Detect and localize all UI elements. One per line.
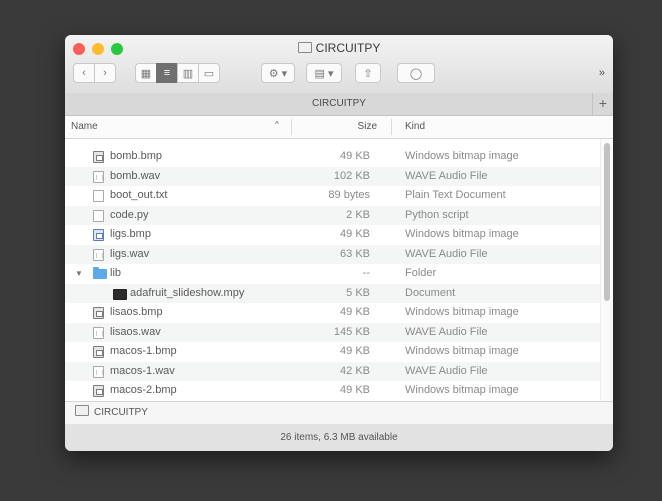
file-name: adafruit_slideshow.mpy (130, 286, 245, 299)
drive-icon (75, 405, 89, 416)
file-name: ligs.wav (110, 247, 150, 260)
tags-button[interactable]: ◯ (397, 63, 435, 83)
file-size: 49 KB (340, 228, 370, 240)
file-size: 49 KB (340, 384, 370, 396)
text-file-icon (93, 190, 104, 202)
finder-window: CIRCUITPY ‹ › ▦ ≡ ▥ ▭ ⚙ ▾ ▤ ▾ ⇧ ◯ » CIRC… (65, 35, 613, 451)
group-menu-button[interactable]: ▤ ▾ (306, 63, 342, 83)
file-row[interactable]: boot_out.txt 89 bytes Plain Text Document (65, 186, 601, 206)
file-row[interactable]: lisaos.bmp 49 KB Windows bitmap image (65, 303, 601, 323)
drive-icon (297, 42, 312, 53)
icon-view-button[interactable]: ▦ (135, 63, 157, 83)
back-button[interactable]: ‹ (73, 63, 95, 83)
file-kind: Folder (405, 267, 437, 279)
column-name[interactable]: Name (71, 121, 98, 132)
column-size[interactable]: Size (358, 121, 377, 132)
file-row[interactable]: code.py 2 KB Python script (65, 205, 601, 225)
image-icon (93, 151, 104, 163)
file-kind: WAVE Audio File (405, 325, 488, 338)
file-size: 49 KB (340, 345, 370, 357)
disclosure-triangle-icon[interactable]: ▼ (75, 264, 83, 284)
file-size: 63 KB (340, 247, 370, 260)
mpy-file-icon (113, 288, 127, 300)
file-row[interactable]: ▼ lib -- Folder (65, 264, 601, 284)
file-kind: Windows bitmap image (405, 306, 519, 318)
file-size: 49 KB (340, 150, 370, 162)
file-list: bomb.bmp 49 KB Windows bitmap image bomb.wa… (65, 139, 613, 401)
file-kind: WAVE Audio File (405, 169, 488, 182)
file-row[interactable]: ligs.bmp 49 KB Windows bitmap image (65, 225, 601, 245)
file-row[interactable]: macos-1.bmp 49 KB Windows bitmap image (65, 342, 601, 362)
file-size: 49 KB (340, 306, 370, 318)
file-name: bomb.wav (110, 169, 161, 182)
forward-button[interactable]: › (94, 63, 116, 83)
share-button[interactable]: ⇧ (355, 63, 381, 83)
document-icon (93, 209, 104, 222)
file-name: boot_out.txt (110, 189, 168, 201)
image-icon (93, 307, 104, 319)
action-menu-button[interactable]: ⚙ ▾ (261, 63, 295, 83)
path-bar: CIRCUITPY (65, 401, 613, 425)
file-row[interactable]: adafruit_slideshow.mpy 5 KB Document (65, 283, 601, 303)
file-name: macos-1.wav (110, 364, 175, 377)
image-icon-blue (93, 229, 104, 241)
sort-ascending-icon: ^ (275, 120, 279, 129)
tab-title[interactable]: CIRCUITPY (312, 98, 366, 109)
scrollbar-thumb[interactable] (604, 143, 610, 301)
window-title: CIRCUITPY (65, 41, 613, 55)
file-row[interactable]: macos-1.wav 42 KB WAVE Audio File (65, 361, 601, 381)
audio-icon (93, 365, 104, 378)
column-view-button[interactable]: ▥ (177, 63, 199, 83)
file-size: 5 KB (346, 286, 370, 299)
audio-icon (93, 170, 104, 183)
column-divider[interactable] (291, 119, 292, 135)
folder-icon (93, 267, 107, 279)
title-bar: CIRCUITPY ‹ › ▦ ≡ ▥ ▭ ⚙ ▾ ▤ ▾ ⇧ ◯ » (65, 35, 613, 94)
audio-icon (93, 248, 104, 261)
file-row[interactable]: lisaos.wav 145 KB WAVE Audio File (65, 322, 601, 342)
file-kind: Python script (405, 208, 469, 221)
file-name: code.py (110, 208, 149, 221)
file-row[interactable]: macos-2.bmp 49 KB Windows bitmap image (65, 381, 601, 401)
column-kind[interactable]: Kind (405, 121, 425, 132)
tab-bar: CIRCUITPY + (65, 93, 613, 116)
file-kind: Windows bitmap image (405, 384, 519, 396)
file-size: 89 bytes (328, 189, 370, 201)
list-view-button[interactable]: ≡ (156, 63, 178, 83)
status-bar: 26 items, 6.3 MB available (65, 424, 613, 451)
file-kind: Windows bitmap image (405, 228, 519, 240)
file-size: 42 KB (340, 364, 370, 377)
file-name: lisaos.wav (110, 325, 161, 338)
image-icon (93, 346, 104, 358)
file-row[interactable]: ligs.wav 63 KB WAVE Audio File (65, 244, 601, 264)
file-name: lib (110, 267, 122, 279)
file-kind: WAVE Audio File (405, 364, 488, 377)
image-icon (93, 385, 104, 397)
file-name: macos-2.bmp (110, 384, 177, 396)
file-name: bomb.bmp (110, 150, 162, 162)
file-size: 145 KB (333, 325, 370, 338)
audio-icon (93, 326, 104, 339)
status-text: 26 items, 6.3 MB available (280, 432, 398, 443)
file-kind: Windows bitmap image (405, 345, 519, 357)
column-divider[interactable] (391, 119, 392, 135)
gallery-view-button[interactable]: ▭ (198, 63, 220, 83)
file-size: -- (362, 267, 370, 279)
file-kind: Document (405, 286, 456, 299)
add-tab-button[interactable]: + (592, 93, 613, 115)
file-name: lisaos.bmp (110, 306, 163, 318)
file-name: ligs.bmp (110, 228, 151, 240)
file-size: 2 KB (346, 208, 370, 221)
path-bar-item[interactable]: CIRCUITPY (94, 407, 148, 418)
file-kind: Plain Text Document (405, 189, 506, 201)
column-header: Name ^ Size Kind (65, 116, 613, 139)
file-kind: WAVE Audio File (405, 247, 488, 260)
toolbar-overflow-button[interactable]: » (599, 67, 605, 79)
file-kind: Windows bitmap image (405, 150, 519, 162)
file-name: macos-1.bmp (110, 345, 177, 357)
file-row[interactable]: bomb.bmp 49 KB Windows bitmap image (65, 147, 601, 167)
file-size: 102 KB (333, 169, 370, 182)
file-row[interactable]: bomb.wav 102 KB WAVE Audio File (65, 166, 601, 186)
